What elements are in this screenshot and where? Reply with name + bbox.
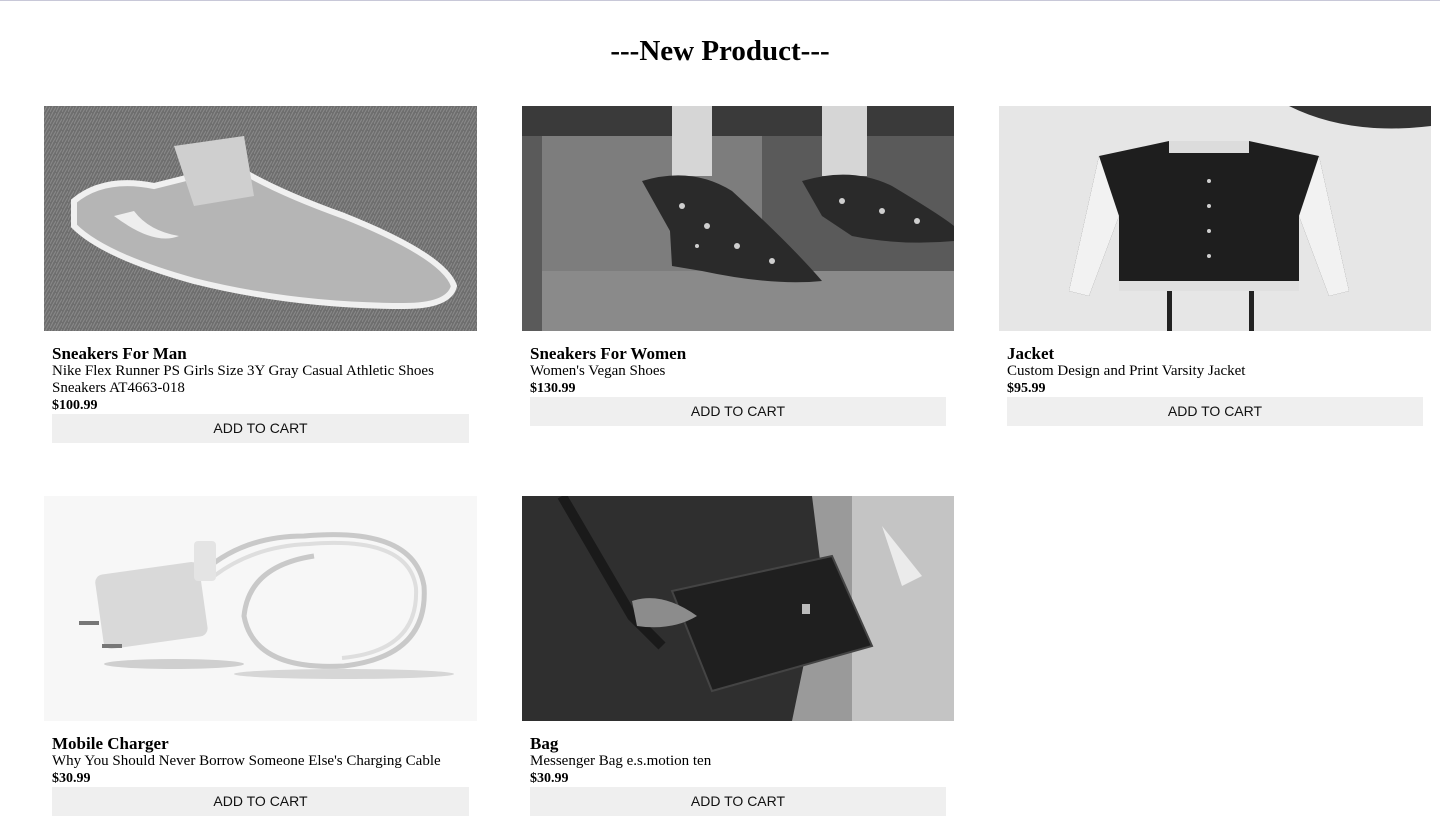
product-card: Bag Messenger Bag e.s.motion ten $30.99 … [522, 496, 954, 816]
product-name: Sneakers For Man [52, 344, 187, 363]
product-description: Women's Vegan Shoes [530, 363, 666, 379]
add-to-cart-button[interactable]: ADD TO CART [530, 397, 946, 426]
product-card: Sneakers For Man Nike Flex Runner PS Gir… [44, 106, 477, 443]
product-name: Bag [530, 734, 559, 753]
product-price: $95.99 [1007, 381, 1046, 396]
product-price: $130.99 [530, 381, 576, 396]
add-to-cart-button[interactable]: ADD TO CART [530, 787, 946, 816]
add-to-cart-button[interactable]: ADD TO CART [52, 414, 469, 443]
product-image-jacket[interactable] [999, 106, 1431, 331]
product-image-bag[interactable] [522, 496, 954, 721]
product-name: Sneakers For Women [530, 344, 687, 363]
product-description: Nike Flex Runner PS Girls Size 3Y Gray C… [52, 363, 434, 396]
product-price: $30.99 [530, 771, 569, 786]
product-image-charger[interactable] [44, 496, 477, 721]
product-card: Jacket Custom Design and Print Varsity J… [999, 106, 1431, 426]
product-image-sneakers-women[interactable] [522, 106, 954, 331]
product-image-sneakers-man[interactable] [44, 106, 477, 331]
top-border [0, 0, 1440, 1]
product-name: Mobile Charger [52, 734, 169, 753]
product-price: $30.99 [52, 771, 91, 786]
product-description: Custom Design and Print Varsity Jacket [1007, 363, 1246, 379]
add-to-cart-button[interactable]: ADD TO CART [52, 787, 469, 816]
product-card: Sneakers For Women Women's Vegan Shoes $… [522, 106, 954, 426]
product-price: $100.99 [52, 398, 98, 413]
product-name: Jacket [1007, 344, 1055, 363]
product-description: Why You Should Never Borrow Someone Else… [52, 753, 441, 769]
product-description: Messenger Bag e.s.motion ten [530, 753, 712, 769]
product-card: Mobile Charger Why You Should Never Borr… [44, 496, 477, 816]
add-to-cart-button[interactable]: ADD TO CART [1007, 397, 1423, 426]
page-title: ---New Product--- [610, 35, 830, 67]
